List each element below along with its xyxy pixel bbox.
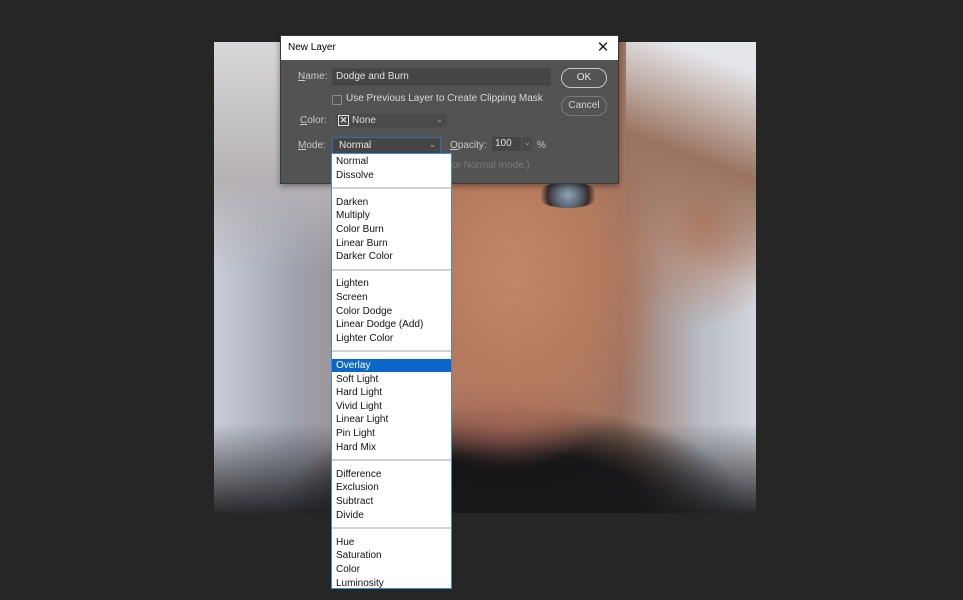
mode-option-linear-burn[interactable]: Linear Burn xyxy=(332,237,451,250)
blend-mode-dropdown-list[interactable]: Normal Dissolve Darken Multiply Color Burn Li… xyxy=(331,153,452,589)
mode-option-pin-light[interactable]: Pin Light xyxy=(332,427,451,440)
mode-option-color-burn[interactable]: Color Burn xyxy=(332,223,451,236)
mode-option-hard-mix[interactable]: Hard Mix xyxy=(332,441,451,454)
mode-label: Mode: xyxy=(298,140,326,151)
mode-option-color-dodge[interactable]: Color Dodge xyxy=(332,305,451,318)
mode-option-divide[interactable]: Divide xyxy=(332,509,451,522)
opacity-label-mnemonic: O xyxy=(450,140,458,151)
mode-option-multiply[interactable]: Multiply xyxy=(332,209,451,222)
opacity-unit: % xyxy=(537,140,546,151)
mode-option-lighten[interactable]: Lighten xyxy=(332,277,451,290)
neutral-color-hint: or Normal mode.) xyxy=(452,160,530,171)
color-label-text: olor: xyxy=(307,115,327,126)
mode-option-linear-dodge-add[interactable]: Linear Dodge (Add) xyxy=(332,318,451,331)
dialog-titlebar[interactable]: New Layer ✕ xyxy=(281,36,618,60)
mode-option-linear-light[interactable]: Linear Light xyxy=(332,413,451,426)
x-swatch-icon: ✕ xyxy=(338,115,349,126)
mode-option-difference[interactable]: Difference xyxy=(332,468,451,481)
mode-option-hue[interactable]: Hue xyxy=(332,536,451,549)
mode-option-subtract[interactable]: Subtract xyxy=(332,495,451,508)
mode-option-exclusion[interactable]: Exclusion xyxy=(332,481,451,494)
mode-option-luminosity[interactable]: Luminosity xyxy=(332,577,451,590)
clipping-mask-checkbox[interactable] xyxy=(332,95,342,105)
name-label-text: ame: xyxy=(305,71,328,82)
mode-select[interactable]: Normal ⌄ xyxy=(332,137,441,154)
photo-eye xyxy=(536,182,600,208)
mode-option-normal[interactable]: Normal xyxy=(332,155,451,168)
mode-option-screen[interactable]: Screen xyxy=(332,291,451,304)
name-label: Name: xyxy=(298,71,327,82)
mode-option-lighter-color[interactable]: Lighter Color xyxy=(332,332,451,345)
mode-option-dissolve[interactable]: Dissolve xyxy=(332,169,451,182)
mode-option-darken[interactable]: Darken xyxy=(332,196,451,209)
ok-button[interactable]: OK xyxy=(561,68,607,88)
mode-option-hard-light[interactable]: Hard Light xyxy=(332,386,451,399)
opacity-label: Opacity: xyxy=(450,140,487,151)
mode-option-color[interactable]: Color xyxy=(332,563,451,576)
mode-option-soft-light[interactable]: Soft Light xyxy=(332,373,451,386)
opacity-label-text: pacity: xyxy=(457,140,487,151)
layer-name-input[interactable]: Dodge and Burn xyxy=(332,68,551,86)
mode-option-saturation[interactable]: Saturation xyxy=(332,549,451,562)
mode-option-darker-color[interactable]: Darker Color xyxy=(332,250,451,263)
chevron-down-icon: ⌄ xyxy=(524,138,531,147)
color-select[interactable]: ✕ None ⌄ xyxy=(335,113,447,128)
mode-list-separator xyxy=(332,187,451,189)
mode-option-vivid-light[interactable]: Vivid Light xyxy=(332,400,451,413)
dialog-title: New Layer xyxy=(288,42,336,53)
mode-label-text: ode: xyxy=(306,140,326,151)
mode-list-separator xyxy=(332,350,451,353)
photo-hair-right xyxy=(626,42,756,302)
mode-option-overlay[interactable]: Overlay xyxy=(332,359,451,372)
mode-select-value: Normal xyxy=(339,140,372,151)
color-select-value: None xyxy=(352,115,376,126)
chevron-down-icon: ⌄ xyxy=(436,115,443,124)
chevron-down-icon: ⌄ xyxy=(429,140,436,149)
opacity-input[interactable]: 100 xyxy=(492,137,521,151)
mode-list-separator xyxy=(332,527,451,529)
close-icon[interactable]: ✕ xyxy=(594,39,612,57)
cancel-button[interactable]: Cancel xyxy=(561,96,607,116)
photo-sweater xyxy=(214,423,756,513)
mode-list-separator xyxy=(332,268,451,271)
clipping-mask-label[interactable]: Use Previous Layer to Create Clipping Ma… xyxy=(346,93,543,104)
mode-list-separator xyxy=(332,459,451,461)
color-label: Color: xyxy=(300,115,327,126)
opacity-dropdown-button[interactable]: ⌄ xyxy=(521,137,532,151)
